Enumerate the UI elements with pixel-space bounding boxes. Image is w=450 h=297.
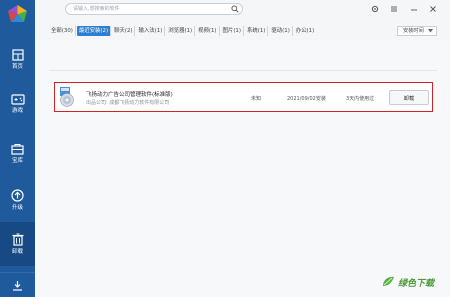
nav-games[interactable]: 游戏 [0,84,35,124]
sidebar: 首页 游戏 宝库 升级 卸载 [0,0,35,297]
tab-all[interactable]: 全部(30) [49,26,76,36]
nav-treasure[interactable]: 宝库 [0,134,35,174]
search-icon[interactable] [231,5,239,13]
settings-button[interactable] [370,4,380,14]
app-usage: 3天内使用过 [346,96,375,102]
app-install-date: 2021/09/02安装 [287,96,326,102]
tab-office[interactable]: 办公(1) [294,26,316,36]
close-icon [430,6,436,12]
upgrade-icon [11,188,24,202]
app-logo-icon[interactable] [8,5,27,24]
app-cd-icon [60,87,74,107]
tab-browser[interactable]: 浏览器(1) [166,26,196,36]
app-size: 未知 [251,96,262,102]
nav-upgrade[interactable]: 升级 [0,180,35,220]
tab-chat[interactable]: 聊天(2) [112,26,136,36]
menu-icon [391,6,397,12]
minimize-icon [411,9,417,11]
app-row[interactable]: 飞扬动力广告公司管理软件(标准版) 出品公司: 成都飞扬动力软件有限公司 未知 … [54,82,433,112]
tab-input-method[interactable]: 输入法(1) [136,26,166,36]
sort-selected-value: 安装时间 [403,28,424,34]
category-tabs: 全部(30) 最近安装(2) 聊天(2) 输入法(1) 浏览器(1) 视频(1)… [49,26,317,36]
nav-home-label: 首页 [11,64,23,70]
tab-video[interactable]: 视频(1) [196,26,220,36]
trash-icon [12,233,23,246]
download-manager-button[interactable] [0,272,35,297]
app-list: 飞扬动力广告公司管理软件(标准版) 出品公司: 成都飞扬动力软件有限公司 未知 … [35,40,450,297]
tab-recent[interactable]: 最近安装(2) [76,26,112,36]
filter-bar: 全部(30) 最近安装(2) 聊天(2) 输入法(1) 浏览器(1) 视频(1)… [35,22,450,40]
gamepad-icon [10,93,25,105]
tab-driver[interactable]: 驱动(1) [269,26,293,36]
close-button[interactable] [428,4,438,14]
nav-home[interactable]: 首页 [0,40,35,80]
treasure-icon [11,144,24,155]
search-input[interactable] [73,4,223,14]
app-company: 出品公司: 成都飞扬动力软件有限公司 [86,100,170,106]
nav-uninstall-label: 卸载 [11,248,23,255]
chevron-down-icon [428,29,433,33]
download-icon [13,280,22,291]
uninstall-button[interactable]: 卸载 [389,90,429,105]
watermark-text: 绿色下载 [398,279,435,289]
minimize-button[interactable] [409,4,419,14]
search-box [65,3,243,15]
home-icon [11,49,24,61]
nav-upgrade-label: 升级 [11,204,23,211]
nav-games-label: 游戏 [11,107,23,114]
gear-icon [371,5,379,13]
top-bar [35,0,450,22]
app-name: 飞扬动力广告公司管理软件(标准版) [86,92,173,98]
list-divider [49,70,437,71]
tab-image[interactable]: 图片(1) [221,26,244,36]
nav-uninstall[interactable]: 卸载 [0,222,35,266]
tab-system[interactable]: 系统(1) [245,26,269,36]
nav-treasure-label: 宝库 [11,158,23,164]
menu-button[interactable] [389,4,399,14]
sort-dropdown[interactable]: 安装时间 [397,26,437,36]
